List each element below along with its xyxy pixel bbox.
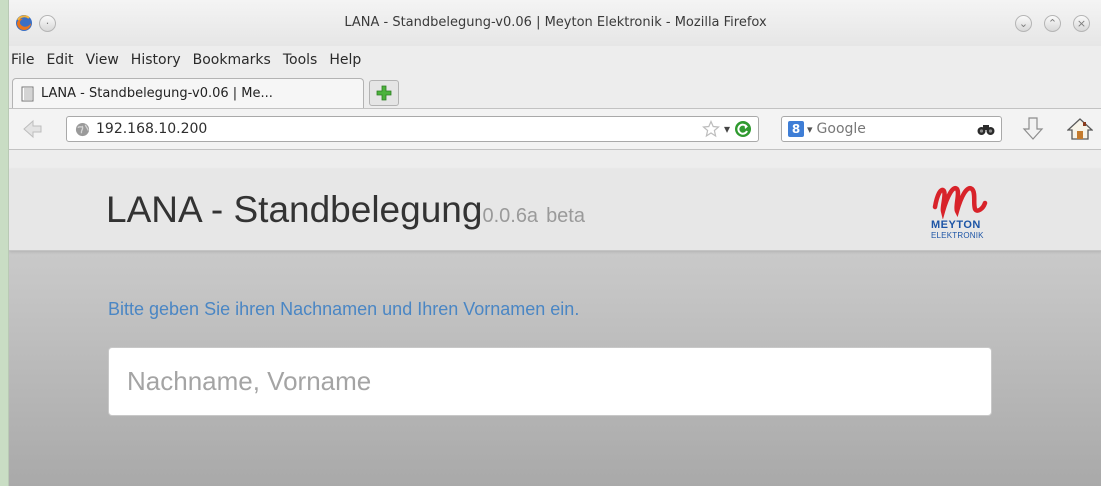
window-title: LANA - Standbelegung-v0.06 | Meyton Elek… xyxy=(344,15,767,30)
menu-help[interactable]: Help xyxy=(329,52,361,68)
tab-lana[interactable]: LANA - Standbelegung-v0.06 | Me... xyxy=(12,78,364,108)
plus-icon xyxy=(376,85,392,101)
logo-text: MEYTON xyxy=(931,219,981,231)
instruction-text: Bitte geben Sie ihren Nachnamen und Ihre… xyxy=(108,299,580,319)
reload-icon[interactable] xyxy=(734,120,752,138)
menu-bookmarks[interactable]: Bookmarks xyxy=(193,52,271,68)
beta-badge: beta xyxy=(546,205,585,227)
browser-window: · LANA - Standbelegung-v0.06 | Meyton El… xyxy=(8,0,1101,486)
page-icon xyxy=(21,86,34,101)
title-bar: · LANA - Standbelegung-v0.06 | Meyton El… xyxy=(9,0,1101,46)
minimize-button[interactable]: ⌄ xyxy=(1015,15,1032,32)
back-arrow-icon[interactable] xyxy=(19,116,45,142)
home-icon[interactable] xyxy=(1067,117,1093,141)
binoculars-icon[interactable] xyxy=(977,122,995,136)
maximize-button[interactable]: ⌃ xyxy=(1044,15,1061,32)
menu-edit[interactable]: Edit xyxy=(46,52,73,68)
logo-subtext: ELEKTRONIK xyxy=(931,231,984,240)
history-dropdown-icon[interactable]: ▾ xyxy=(724,122,730,136)
menu-history[interactable]: History xyxy=(131,52,181,68)
menu-bar: File Edit View History Bookmarks Tools H… xyxy=(9,46,1101,74)
search-engine-dropdown-icon[interactable]: ▾ xyxy=(807,123,813,136)
close-button[interactable]: × xyxy=(1073,15,1090,32)
bookmark-star-icon[interactable] xyxy=(702,120,720,138)
google-icon[interactable]: 8 xyxy=(788,121,804,137)
menu-view[interactable]: View xyxy=(86,52,119,68)
search-bar[interactable]: 8 ▾ Google xyxy=(781,116,1002,142)
url-bar[interactable]: 192.168.10.200 ▾ xyxy=(66,116,759,142)
name-input[interactable] xyxy=(108,347,992,416)
page-header: LANA - Standbelegung0.0.6a beta MEYTON EL… xyxy=(9,169,1101,251)
meyton-m-icon xyxy=(932,185,988,220)
globe-icon xyxy=(75,122,90,136)
meyton-logo: MEYTON ELEKTRONIK xyxy=(929,177,1001,247)
download-icon[interactable] xyxy=(1021,116,1045,142)
page-title: LANA - Standbelegung0.0.6a beta xyxy=(106,189,585,231)
url-text: 192.168.10.200 xyxy=(96,121,208,137)
tab-strip: LANA - Standbelegung-v0.06 | Me... xyxy=(9,74,1101,108)
page-content: LANA - Standbelegung0.0.6a beta MEYTON EL… xyxy=(9,169,1101,486)
search-placeholder: Google xyxy=(816,121,866,137)
menu-file[interactable]: File xyxy=(11,52,34,68)
version-label: 0.0.6a xyxy=(482,205,539,227)
tab-label: LANA - Standbelegung-v0.06 | Me... xyxy=(41,86,273,101)
page-title-text: LANA - Standbelegung xyxy=(106,189,483,230)
navigation-bar: 192.168.10.200 ▾ 8 ▾ Google xyxy=(9,108,1101,150)
new-tab-button[interactable] xyxy=(369,80,399,106)
menu-tools[interactable]: Tools xyxy=(283,52,318,68)
